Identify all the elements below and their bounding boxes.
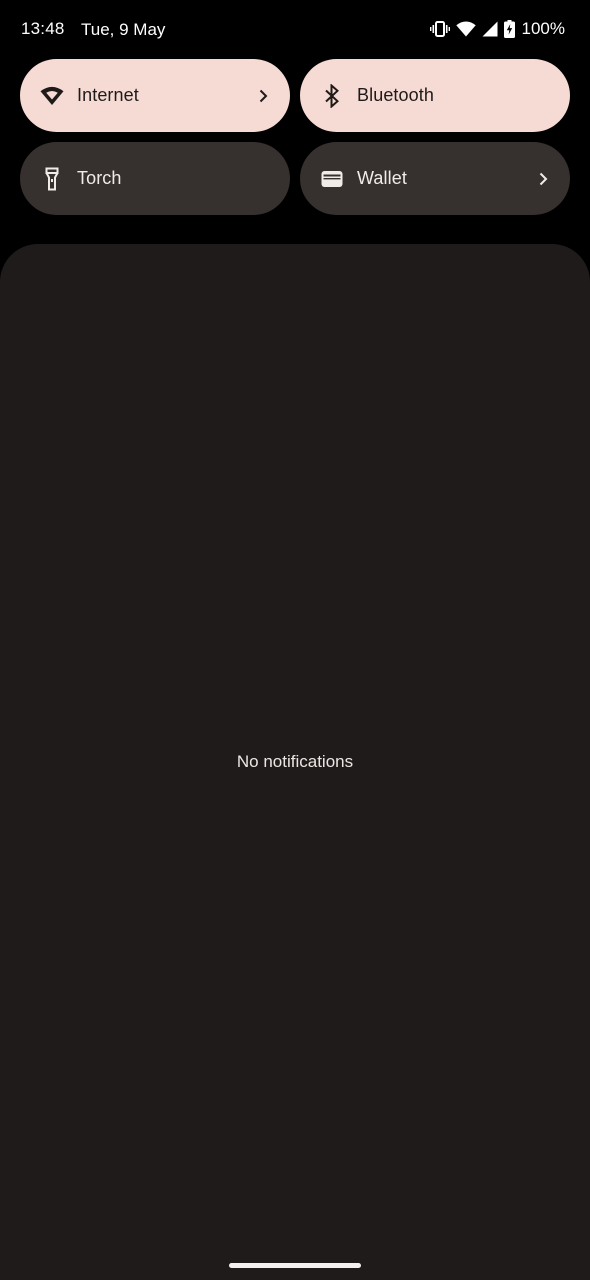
- wallet-tile-label: Wallet: [357, 168, 407, 188]
- chevron-right-icon: [536, 172, 550, 186]
- internet-tile-label: Internet: [77, 85, 139, 105]
- battery-percent: 100%: [521, 19, 565, 38]
- vibrate-icon: [429, 21, 450, 37]
- torch-tile[interactable]: Torch: [20, 142, 290, 215]
- bluetooth-tile-label: Bluetooth: [357, 85, 434, 105]
- flashlight-icon: [40, 167, 64, 191]
- torch-tile-label: Torch: [77, 168, 122, 188]
- wallet-icon: [320, 167, 344, 191]
- notification-shade-screen: 13:48 Tue, 9 May 100% Internet Bluetooth…: [0, 0, 590, 1280]
- cell-signal-icon: [482, 21, 498, 37]
- wallet-tile[interactable]: Wallet: [300, 142, 570, 215]
- status-bar: 13:48 Tue, 9 May 100%: [0, 0, 590, 60]
- bluetooth-icon: [320, 83, 344, 108]
- gesture-nav-handle[interactable]: [229, 1263, 361, 1268]
- status-time: 13:48: [21, 19, 65, 38]
- internet-tile[interactable]: Internet: [20, 59, 290, 132]
- status-date: Tue, 9 May: [81, 20, 166, 39]
- wifi-icon: [40, 84, 64, 108]
- battery-charging-icon: [503, 20, 515, 38]
- status-icons: 100%: [429, 18, 565, 40]
- no-notifications-text: No notifications: [236, 752, 354, 771]
- notification-panel[interactable]: No notifications: [0, 244, 590, 1280]
- chevron-right-icon: [256, 89, 270, 103]
- bluetooth-tile[interactable]: Bluetooth: [300, 59, 570, 132]
- wifi-icon: [455, 21, 476, 37]
